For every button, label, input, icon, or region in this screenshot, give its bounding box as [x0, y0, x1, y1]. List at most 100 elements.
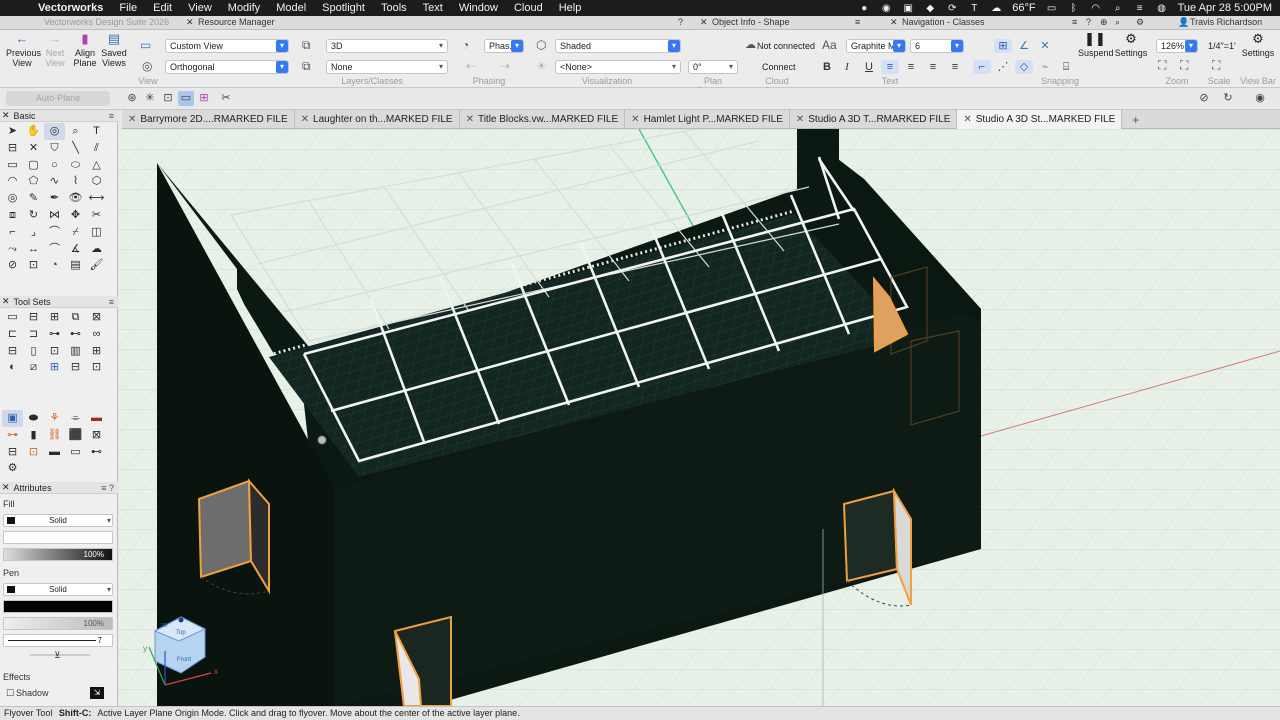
sync-icon[interactable]: ⟳ [946, 3, 958, 14]
pen-color-bar[interactable] [3, 600, 113, 613]
close-icon[interactable]: ✕ [2, 482, 10, 493]
close-icon[interactable]: ✕ [301, 114, 309, 125]
palette-menu-icon[interactable]: ≡ [109, 297, 114, 307]
document-tab[interactable]: ✕ Studio A 3D T...RMARKED FILE [790, 110, 958, 129]
toolset-building-shell-icon[interactable]: ▭ [2, 309, 23, 326]
resource-manager-title[interactable]: Resource Manager [198, 17, 275, 27]
shortcut-icon[interactable]: ⊕ [1100, 17, 1108, 28]
rotate-view-icon[interactable]: ↻ [1220, 91, 1236, 106]
paint-tool-icon[interactable]: 🖌 [86, 257, 107, 274]
next-view-button[interactable]: → Next View [42, 32, 68, 68]
spiral-tool-icon[interactable]: ◎ [2, 190, 23, 207]
flyover-grid-mode-icon[interactable]: ⊞ [196, 91, 212, 106]
selection-tool-icon[interactable]: ➤ [2, 123, 23, 140]
model-viewport[interactable]: Top Front 3D x y [119, 129, 1280, 706]
close-icon[interactable]: ✕ [631, 114, 639, 125]
wall-dim-tool-icon[interactable]: ↔ [23, 241, 44, 258]
menu-file[interactable]: File [111, 2, 145, 14]
active-tool-7-icon[interactable]: ▮ [23, 427, 44, 444]
basic-palette-header[interactable]: ✕ Basic ≡ [0, 110, 118, 122]
freehand-tool-icon[interactable]: ∿ [44, 173, 65, 190]
battery-icon[interactable]: ▭ [1046, 3, 1058, 14]
active-tool-14-icon[interactable]: ▭ [65, 444, 86, 461]
layer-select[interactable]: 3D [326, 39, 448, 53]
control-center-icon[interactable]: ≡ [1134, 3, 1146, 14]
arrow-left-icon[interactable]: ⇠ [466, 59, 476, 73]
polygon-tool-icon[interactable]: ⬠ [23, 173, 44, 190]
reshape-tool-icon[interactable]: ✒ [44, 190, 65, 207]
menu-help[interactable]: Help [551, 2, 590, 14]
search-icon[interactable]: ⌕ [1112, 3, 1124, 14]
arrow-right-icon[interactable]: ⇢ [500, 59, 510, 73]
toolset-site-icon[interactable]: ⊟ [2, 343, 23, 360]
active-tool-16-icon[interactable]: ⚙ [2, 460, 23, 477]
toolset-lighting-icon[interactable]: ⊡ [44, 343, 65, 360]
close-icon[interactable]: ✕ [2, 296, 10, 307]
active-tool-9-icon[interactable]: ⬛ [65, 427, 86, 444]
flyover-center-mode-icon[interactable]: ✳ [142, 91, 158, 106]
flyover-plane-mode-icon[interactable]: ⊡ [160, 91, 176, 106]
line-tool-icon[interactable]: ╲ [65, 140, 86, 157]
active-tool-13-icon[interactable]: ▬ [44, 444, 65, 461]
flyover-preferences-icon[interactable]: ✂ [218, 91, 234, 106]
split-tool-icon[interactable]: ⌿ [65, 224, 86, 241]
zoom-page-icon[interactable]: ⛶ [1180, 58, 1188, 73]
toolset-connector-icon[interactable]: ⊶ [44, 326, 65, 343]
active-tool-10-icon[interactable]: ⊠ [86, 427, 107, 444]
bold-button[interactable]: B [818, 60, 836, 74]
camera-icon[interactable]: ◉ [880, 3, 892, 14]
toolset-dims-icon[interactable]: ⊞ [44, 309, 65, 326]
font-size-select[interactable]: 6 [910, 39, 964, 53]
clip-tool-icon[interactable]: ◫ [86, 224, 107, 241]
toolset-cabinet-icon[interactable]: ▯ [23, 343, 44, 360]
palette-menu-icon[interactable]: ≡ [1072, 17, 1077, 27]
toolset-detailing-icon[interactable]: ⊟ [23, 309, 44, 326]
connect-button[interactable]: Connect [762, 62, 796, 72]
no-sign-tool-icon[interactable]: ⊘ [2, 257, 23, 274]
class-select[interactable]: None [326, 60, 448, 74]
regular-polygon-tool-icon[interactable]: ⬡ [86, 173, 107, 190]
auto-plane-button[interactable]: Auto-Plane [6, 91, 110, 106]
align-plane-button[interactable]: ▮ Align Plane [72, 32, 98, 68]
menu-tools[interactable]: Tools [373, 2, 415, 14]
active-tool-5-icon[interactable]: ▬ [86, 410, 107, 427]
active-tool-12-icon[interactable]: ⊡ [23, 444, 44, 461]
active-tool-6-icon[interactable]: ⊶ [2, 427, 23, 444]
pen-style-select[interactable]: Solid [3, 583, 113, 596]
object-info-title[interactable]: Object Info - Shape [712, 17, 790, 27]
toolset-mep-icon[interactable]: ◐ [2, 359, 23, 376]
user-name[interactable]: Travis Richardson [1190, 17, 1262, 27]
document-tab[interactable]: ✕ Barrymore 2D....RMARKED FILE [122, 110, 295, 129]
wifi-icon[interactable]: ◠ [1090, 3, 1102, 14]
phase-select[interactable]: Phas... [484, 39, 524, 53]
close-icon[interactable]: ✕ [186, 17, 194, 28]
palette-menu-icon[interactable]: ≡ ? [101, 483, 114, 493]
new-tab-button[interactable]: + [1122, 110, 1149, 129]
scale-readout[interactable]: 1/4"=1' [1208, 41, 1236, 51]
align-left-button[interactable]: ≡ [881, 60, 899, 74]
cross-tool-icon[interactable]: ✕ [23, 140, 44, 157]
offset-tool-icon[interactable]: ⧈ [2, 207, 23, 224]
attribute-mapping-icon[interactable]: ⛉ [44, 140, 65, 157]
chamfer-tool-icon[interactable]: ⌟ [23, 224, 44, 241]
weather-icon[interactable]: ☁ [990, 3, 1002, 14]
eyedropper-tool-icon[interactable]: ✎ [23, 190, 44, 207]
menu-model[interactable]: Model [268, 2, 314, 14]
rounded-rect-tool-icon[interactable]: ▢ [23, 157, 44, 174]
toolset-rigging-icon[interactable]: ⊷ [65, 326, 86, 343]
zoom-select[interactable]: 126% [1156, 39, 1198, 53]
record-icon[interactable]: ● [858, 3, 870, 14]
menu-window[interactable]: Window [451, 2, 506, 14]
fillet-tool-icon[interactable]: ⌐ [2, 224, 23, 241]
ta-icon[interactable]: T [968, 3, 980, 14]
close-icon[interactable]: ✕ [128, 114, 136, 125]
arrowhead-icon[interactable]: ⊻ [54, 650, 61, 661]
door-front[interactable] [393, 615, 452, 706]
scale-icon[interactable]: ⛶ [1212, 58, 1220, 73]
cloud-tool-icon[interactable]: ☁ [86, 241, 107, 258]
shadow-settings-button[interactable]: ⇲ [90, 687, 104, 699]
active-tool-1-icon[interactable]: ▣ [2, 410, 23, 427]
previous-view-button[interactable]: ← Previous View [6, 32, 41, 68]
trim-tool-icon[interactable]: ✂ [86, 207, 107, 224]
toolset-video-icon[interactable]: ⊞ [86, 343, 107, 360]
